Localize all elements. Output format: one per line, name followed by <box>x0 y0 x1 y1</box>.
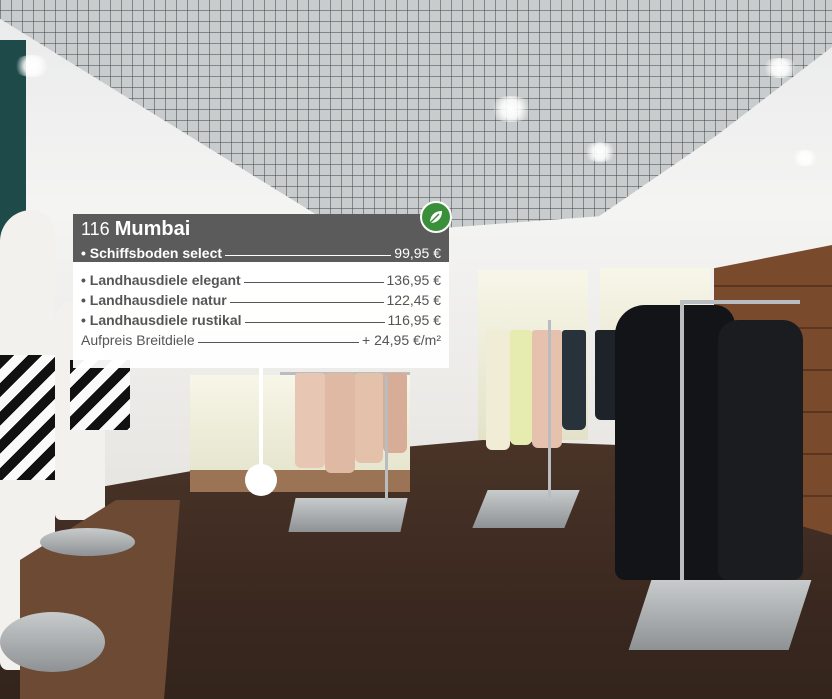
option-row: • Landhausdiele elegant 136,95 € <box>73 268 449 288</box>
garment <box>325 373 355 473</box>
option-label: • Landhausdiele rustikal <box>81 312 242 328</box>
display-ledge <box>190 470 410 492</box>
showroom-photo: 116 Mumbai • Schiffsboden select 99,95 €… <box>0 0 832 699</box>
ceiling-light <box>488 96 534 122</box>
featured-option-row: • Schiffsboden select 99,95 € <box>81 240 441 261</box>
leader-line <box>243 282 384 283</box>
rack-base <box>472 490 580 528</box>
clothing-rail <box>680 300 800 304</box>
striped-top <box>70 360 130 430</box>
mannequin-stand <box>40 528 135 556</box>
garment <box>295 373 325 468</box>
surcharge-price: + 24,95 €/m² <box>362 332 441 348</box>
product-name: Mumbai <box>114 218 191 240</box>
leader-line <box>225 255 392 256</box>
option-label: • Landhausdiele natur <box>81 292 227 308</box>
leader-line <box>229 302 384 303</box>
garment <box>486 330 510 450</box>
leaf-eco-icon <box>420 201 452 233</box>
rack-base <box>628 580 812 650</box>
mannequin-stand <box>0 612 105 672</box>
garment <box>510 330 532 445</box>
option-price: 99,95 € <box>394 245 441 261</box>
surcharge-row: Aufpreis Breitdiele + 24,95 €/m² <box>73 328 449 348</box>
pointer-line <box>259 368 263 470</box>
ceiling-light <box>12 55 52 77</box>
option-row: • Landhausdiele rustikal 116,95 € <box>73 308 449 328</box>
panel-body: • Landhausdiele elegant 136,95 € • Landh… <box>73 262 449 368</box>
option-price: 122,45 € <box>386 292 442 308</box>
option-price: 116,95 € <box>387 312 441 328</box>
ceiling-light <box>760 58 800 78</box>
ceiling-light <box>582 142 618 162</box>
rack-base <box>288 498 408 532</box>
dark-coat <box>615 305 735 580</box>
price-info-panel: 116 Mumbai • Schiffsboden select 99,95 €… <box>73 201 452 368</box>
rack-pole <box>385 375 388 500</box>
option-label: • Landhausdiele elegant <box>81 272 241 288</box>
product-title: 116 Mumbai <box>81 219 441 239</box>
product-number: 116 <box>81 219 110 239</box>
garment <box>562 330 586 430</box>
leader-line <box>244 322 385 323</box>
ceiling-light <box>790 150 820 166</box>
option-label: • Schiffsboden select <box>81 245 223 261</box>
surcharge-label: Aufpreis Breitdiele <box>81 332 195 348</box>
dark-coat <box>718 320 803 580</box>
option-row: • Landhausdiele natur 122,45 € <box>73 288 449 308</box>
garment <box>355 373 383 463</box>
rack-pole <box>548 320 551 500</box>
option-price: 136,95 € <box>386 272 442 288</box>
floor-hotspot-marker[interactable] <box>245 464 277 496</box>
leader-line <box>197 342 359 343</box>
garment <box>532 330 562 448</box>
panel-header: 116 Mumbai • Schiffsboden select 99,95 € <box>73 201 452 262</box>
